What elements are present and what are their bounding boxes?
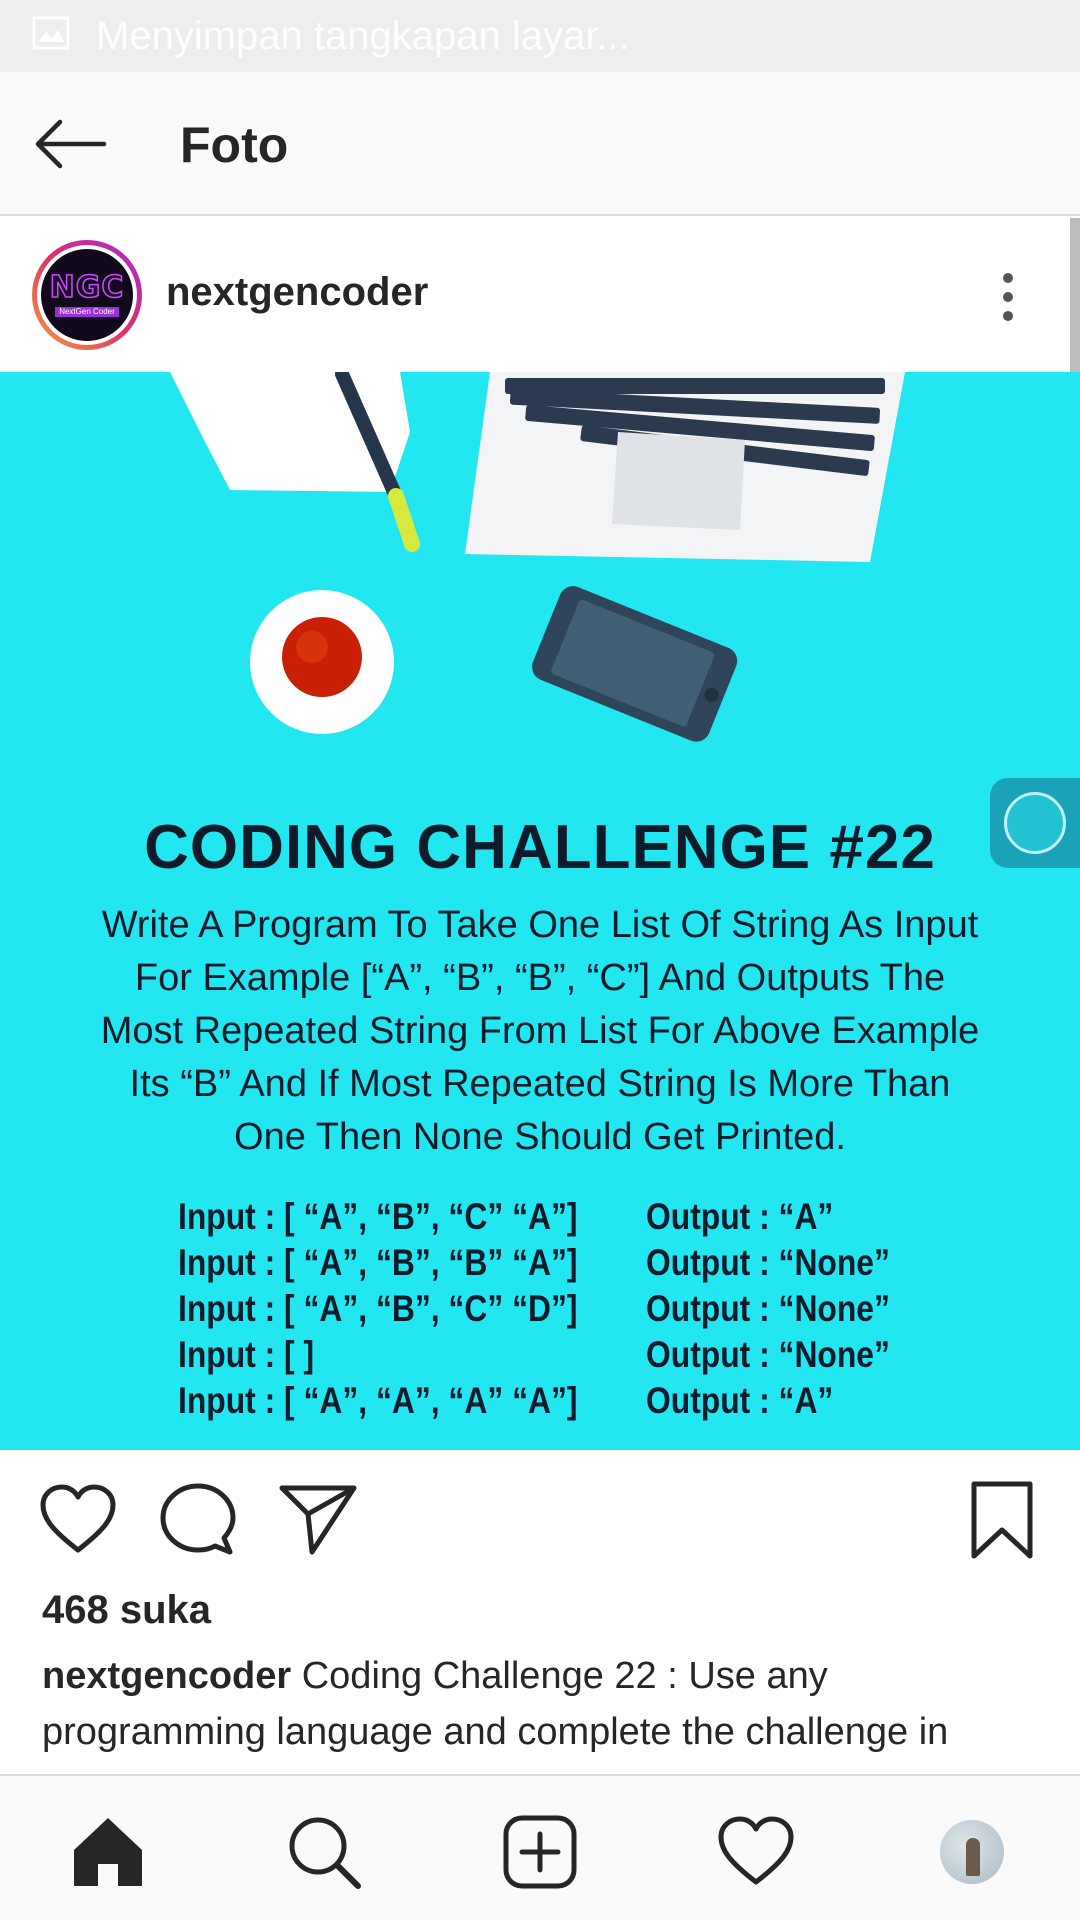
heart-icon[interactable] xyxy=(38,1480,118,1560)
challenge-title: CODING CHALLENGE #22 xyxy=(144,813,936,882)
post-actions xyxy=(0,1450,1080,1586)
post-image[interactable]: CODING CHALLENGE #22 Write A Program To … xyxy=(0,372,1080,1450)
example-output: Output : “A” xyxy=(646,1380,834,1421)
image-icon xyxy=(32,16,70,50)
example-input: Input : [ “A”, “B”, “C” “D”] xyxy=(178,1288,578,1329)
profile-avatar[interactable] xyxy=(940,1820,1004,1884)
more-vertical-icon[interactable] xyxy=(990,268,1026,324)
home-icon[interactable] xyxy=(68,1812,148,1892)
example-output: Output : “None” xyxy=(646,1242,890,1283)
avatar-image: NGC NextGen Coder xyxy=(41,249,133,341)
example-output: Output : “None” xyxy=(646,1334,890,1375)
caption-username[interactable]: nextgencoder xyxy=(42,1655,291,1697)
arrow-left-icon[interactable] xyxy=(30,114,110,174)
example-input: Input : [ “A”, “B”, “C” “A”] xyxy=(178,1196,578,1237)
activity-heart-icon[interactable] xyxy=(716,1812,796,1892)
search-icon[interactable] xyxy=(284,1812,364,1892)
avatar[interactable]: NGC NextGen Coder xyxy=(32,240,142,350)
bookmark-icon[interactable] xyxy=(962,1480,1042,1560)
post-username[interactable]: nextgencoder xyxy=(166,270,428,315)
floating-assist-button[interactable] xyxy=(990,778,1080,868)
avatar-tagline: NextGen Coder xyxy=(55,307,119,317)
notification-text: Menyimpan tangkapan layar... xyxy=(96,14,630,58)
example-input: Input : [ ] xyxy=(178,1334,315,1375)
bottom-nav xyxy=(0,1774,1080,1920)
post-header: NGC NextGen Coder nextgencoder xyxy=(0,218,1080,372)
example-input: Input : [ “A”, “A”, “A” “A”] xyxy=(178,1380,578,1421)
example-inputs: Input : [ “A”, “B”, “C” “A”] Input : [ “… xyxy=(178,1194,577,1424)
page-title: Foto xyxy=(180,117,289,173)
app-bar: Foto xyxy=(0,72,1080,216)
example-output: Output : “A” xyxy=(646,1196,834,1237)
post-caption: nextgencoder Coding Challenge 22 : Use a… xyxy=(42,1648,1052,1774)
add-post-icon[interactable] xyxy=(500,1812,580,1892)
example-input: Input : [ “A”, “B”, “B” “A”] xyxy=(178,1242,578,1283)
challenge-description: Write A Program To Take One List Of Stri… xyxy=(100,904,980,1158)
example-outputs: Output : “A” Output : “None” Output : “N… xyxy=(646,1194,890,1424)
circle-icon xyxy=(1004,792,1066,854)
avatar-logo-text: NGC xyxy=(49,270,125,305)
comment-icon[interactable] xyxy=(158,1480,238,1560)
likes-count[interactable]: 468 suka xyxy=(42,1588,211,1633)
notification-bar: Menyimpan tangkapan layar... xyxy=(0,0,1080,72)
send-icon[interactable] xyxy=(278,1480,358,1560)
phone-shape xyxy=(532,586,738,742)
example-output: Output : “None” xyxy=(646,1288,890,1329)
